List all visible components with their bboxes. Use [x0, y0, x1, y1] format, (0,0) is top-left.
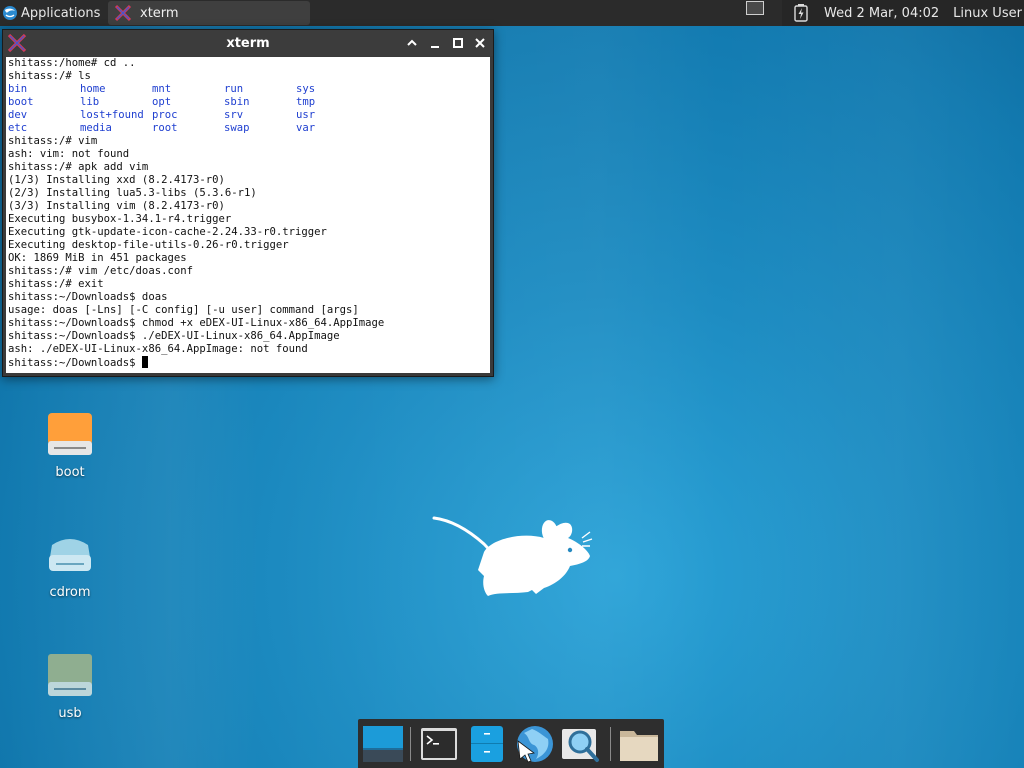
terminal-line: Executing desktop-file-utils-0.26-r0.tri…: [8, 239, 289, 251]
applications-label: Applications: [21, 5, 101, 21]
terminal-line: shitass:~/Downloads$ chmod +x eDEX-UI-Li…: [8, 317, 385, 329]
dock-separator: [410, 727, 411, 761]
terminal-line: shitass:/# ls: [8, 70, 91, 82]
desktop-icon-usb[interactable]: usb: [25, 652, 115, 721]
clock[interactable]: Wed 2 Mar, 04:02: [824, 6, 939, 21]
terminal-output[interactable]: shitass:/home# cd .. shitass:/# ls bin h…: [6, 57, 490, 373]
applications-menu[interactable]: Applications ⋮: [0, 0, 120, 26]
desktop-icon-boot[interactable]: boot: [25, 411, 115, 480]
ls-entry: srv: [224, 109, 244, 121]
terminal-icon[interactable]: [418, 723, 460, 765]
ls-output-row: dev lost+found proc srv usr: [6, 109, 490, 122]
ls-entry: dev: [8, 109, 28, 121]
terminal-line: (2/3) Installing lua5.3-libs (5.3.6-r1): [8, 187, 257, 199]
show-desktop-icon[interactable]: [362, 723, 404, 765]
terminal-line: Executing busybox-1.34.1-r4.trigger: [8, 213, 232, 225]
terminal-line: shitass:/# exit: [8, 278, 104, 290]
ls-entry: lib: [80, 96, 100, 108]
terminal-line: (3/3) Installing vim (8.2.4173-r0): [8, 200, 225, 212]
terminal-line: shitass:/# vim /etc/doas.conf: [8, 265, 193, 277]
terminal-prompt: shitass:~/Downloads$: [8, 357, 142, 369]
ls-entry: tmp: [296, 96, 316, 108]
workspace-switcher[interactable]: [746, 1, 764, 15]
desktop-icon-label: usb: [58, 706, 82, 721]
desktop-icon-label: cdrom: [49, 585, 91, 600]
terminal-line: shitass:/home# cd ..: [8, 57, 136, 69]
ls-entry: etc: [8, 122, 28, 134]
terminal-prompt-line[interactable]: shitass:~/Downloads$: [6, 356, 490, 369]
xterm-window: xterm shitass:/home# cd .. shitass:/# ls…: [2, 29, 494, 377]
terminal-line: shitass:~/Downloads$ doas: [8, 291, 168, 303]
taskbar-button-label: xterm: [140, 5, 179, 21]
ls-entry: proc: [152, 109, 178, 121]
ls-output-row: etc media root swap var: [6, 122, 490, 135]
drive-removable-icon: [48, 654, 92, 696]
terminal-line: usage: doas [-Lns] [-C config] [-u user]…: [8, 304, 359, 316]
app-finder-icon[interactable]: [560, 723, 602, 765]
top-panel: Applications ⋮ xterm Wed 2 Mar, 04:02 Li…: [0, 0, 1024, 26]
ls-entry: home: [80, 83, 106, 95]
desktop-icon-cdrom[interactable]: cdrom: [25, 531, 115, 600]
terminal-line: shitass:/# vim: [8, 135, 98, 147]
file-manager-icon[interactable]: [466, 723, 508, 765]
ls-entry: lost+found: [80, 109, 144, 121]
close-button[interactable]: [473, 36, 487, 50]
xfce-logo-icon: [3, 6, 17, 20]
xfce-mouse-logo: [432, 516, 593, 596]
terminal-cursor: [141, 356, 148, 368]
drive-optical-icon: [49, 539, 91, 571]
xterm-icon: [114, 4, 132, 22]
ls-entry: root: [152, 122, 178, 134]
window-titlebar[interactable]: xterm: [3, 30, 493, 56]
ls-entry: mnt: [152, 83, 172, 95]
terminal-line: shitass:/# apk add vim: [8, 161, 149, 173]
ls-entry: sys: [296, 83, 316, 95]
web-browser-icon[interactable]: [512, 723, 554, 765]
bottom-dock: [358, 719, 664, 768]
ls-entry: boot: [8, 96, 34, 108]
user-menu[interactable]: Linux User: [953, 6, 1022, 21]
dock-separator: [610, 727, 611, 761]
terminal-line: ash: ./eDEX-UI-Linux-x86_64.AppImage: no…: [8, 343, 308, 355]
battery-icon[interactable]: [794, 4, 808, 22]
ls-entry: swap: [224, 122, 250, 134]
maximize-button[interactable]: [451, 36, 465, 50]
ls-entry: run: [224, 83, 244, 95]
ls-entry: usr: [296, 109, 316, 121]
ls-entry: bin: [8, 83, 28, 95]
ls-entry: opt: [152, 96, 172, 108]
shade-button[interactable]: [405, 36, 419, 50]
desktop-icon-label: boot: [55, 465, 85, 480]
ls-entry: var: [296, 122, 316, 134]
minimize-button[interactable]: [428, 36, 442, 50]
terminal-line: (1/3) Installing xxd (8.2.4173-r0): [8, 174, 225, 186]
ls-entry: sbin: [224, 96, 250, 108]
terminal-line: ash: vim: not found: [8, 148, 130, 160]
ls-entry: media: [80, 122, 112, 134]
terminal-line: shitass:~/Downloads$ ./eDEX-UI-Linux-x86…: [8, 330, 340, 342]
drive-harddisk-icon: [48, 413, 92, 455]
terminal-line: Executing gtk-update-icon-cache-2.24.33-…: [8, 226, 327, 238]
home-folder-icon[interactable]: [618, 723, 660, 765]
window-title: xterm: [226, 36, 270, 51]
system-tray: Wed 2 Mar, 04:02 Linux User: [782, 0, 1024, 26]
ls-output-row: bin home mnt run sys: [6, 83, 490, 96]
ls-output-row: boot lib opt sbin tmp: [6, 96, 490, 109]
taskbar-button-xterm[interactable]: xterm: [108, 1, 310, 25]
terminal-line: OK: 1869 MiB in 451 packages: [8, 252, 187, 264]
